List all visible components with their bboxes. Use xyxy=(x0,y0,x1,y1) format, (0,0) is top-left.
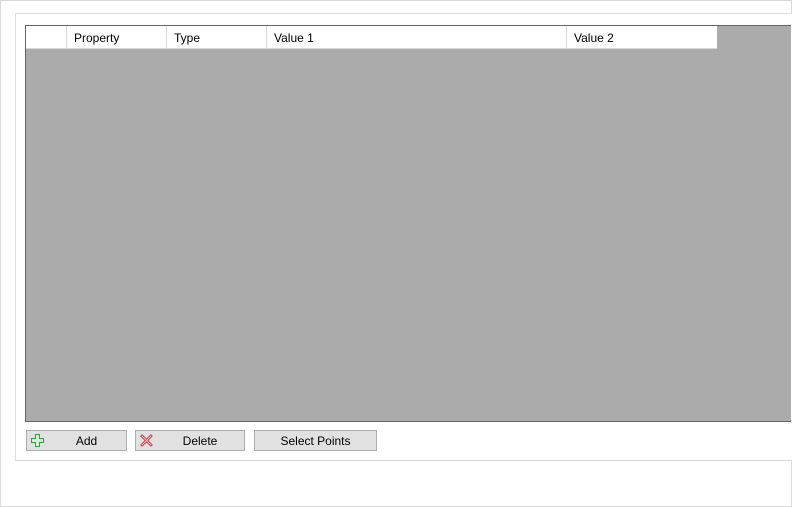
select-points-button[interactable]: Select Points xyxy=(254,430,377,451)
add-button[interactable]: Add xyxy=(26,430,127,451)
column-header-type[interactable]: Type xyxy=(167,26,267,48)
plus-icon xyxy=(31,434,44,447)
delete-button[interactable]: Delete xyxy=(135,430,245,451)
row-header-corner[interactable] xyxy=(26,26,67,48)
properties-grid[interactable]: Property Type Value 1 Value 2 xyxy=(25,25,791,422)
column-header-value-2[interactable]: Value 2 xyxy=(567,26,717,48)
grid-header-row: Property Type Value 1 Value 2 xyxy=(26,26,717,49)
column-header-value-1[interactable]: Value 1 xyxy=(267,26,567,48)
column-header-property[interactable]: Property xyxy=(67,26,167,48)
delete-button-label: Delete xyxy=(182,434,218,448)
delete-x-icon xyxy=(140,434,153,447)
add-button-label: Add xyxy=(75,434,98,448)
select-points-button-label: Select Points xyxy=(280,434,351,448)
